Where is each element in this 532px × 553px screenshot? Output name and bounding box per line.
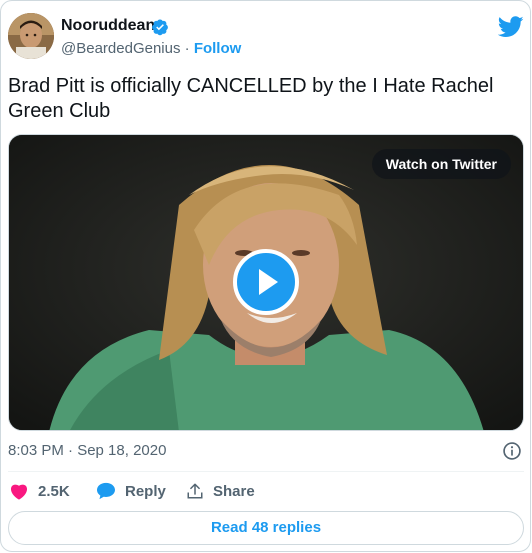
author-handle[interactable]: @BeardedGenius	[61, 40, 180, 57]
verified-badge-icon	[152, 19, 168, 36]
reply-label: Reply	[125, 482, 166, 500]
like-count: 2.5K	[38, 482, 70, 500]
play-icon	[259, 269, 278, 295]
reply-bubble-icon	[97, 482, 115, 500]
heart-icon	[10, 484, 28, 500]
tweet-timestamp[interactable]: 8:03 PM · Sep 18, 2020	[8, 442, 166, 459]
play-button[interactable]	[233, 249, 299, 315]
author-name[interactable]: Nooruddean	[61, 17, 155, 35]
avatar[interactable]	[8, 13, 54, 59]
like-button[interactable]: 2.5K	[9, 481, 70, 501]
follow-link[interactable]: Follow	[194, 40, 242, 57]
tweet-text: Brad Pitt is officially CANCELLED by the…	[8, 75, 494, 122]
share-button[interactable]: Share	[186, 481, 255, 501]
tweet-card: Nooruddean @BeardedGenius · Follow Brad …	[0, 0, 531, 552]
watch-on-twitter-button[interactable]: Watch on Twitter	[371, 149, 511, 179]
read-replies-button[interactable]: Read 48 replies	[8, 511, 524, 545]
info-icon[interactable]	[502, 441, 522, 461]
twitter-bird-icon[interactable]	[498, 16, 524, 38]
reply-button[interactable]: Reply	[96, 481, 166, 501]
separator: ·	[184, 40, 190, 57]
share-label: Share	[213, 482, 255, 500]
divider	[8, 471, 524, 472]
handle-row: @BeardedGenius · Follow	[61, 40, 241, 57]
video-player[interactable]: Watch on Twitter	[8, 134, 524, 431]
share-icon	[187, 483, 203, 499]
